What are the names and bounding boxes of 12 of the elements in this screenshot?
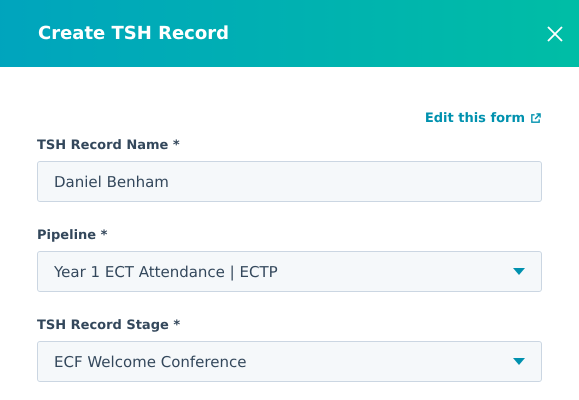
edit-form-link[interactable]: Edit this form: [424, 111, 541, 126]
external-link-icon: [530, 113, 541, 124]
dialog-title: Create TSH Record: [38, 23, 229, 44]
dropdown-field[interactable]: Year 1 ECT Attendance | ECTP: [37, 251, 542, 292]
close-icon: [547, 26, 563, 42]
field-label: Pipeline *: [37, 228, 108, 243]
input-field[interactable]: Daniel Benham: [37, 161, 542, 202]
dropdown-field[interactable]: ECF Welcome Conference: [37, 341, 542, 382]
field-label: TSH Record Name *: [37, 138, 181, 153]
caret-icon: [513, 358, 525, 365]
caret-icon: [513, 268, 525, 275]
field-label: TSH Record Stage *: [37, 318, 182, 333]
